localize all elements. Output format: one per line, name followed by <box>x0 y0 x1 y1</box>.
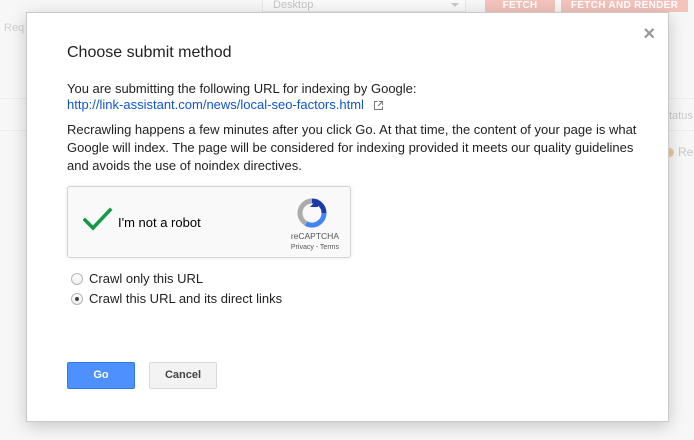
radio-button[interactable] <box>71 273 83 285</box>
recaptcha-privacy-terms[interactable]: Privacy - Terms <box>291 244 339 251</box>
recaptcha-logo-icon <box>297 198 327 228</box>
status-cell-text: Re <box>678 145 694 159</box>
status-cell: Re <box>665 145 693 159</box>
intro-text: You are submitting the following URL for… <box>67 81 417 96</box>
cancel-button[interactable]: Cancel <box>149 362 217 389</box>
option-label: Crawl this URL and its direct links <box>89 291 283 306</box>
submitted-url-link[interactable]: http://link-assistant.com/news/local-seo… <box>67 97 364 112</box>
submit-method-dialog: × Choose submit method You are submittin… <box>26 12 669 422</box>
device-select-value: Desktop <box>273 0 314 11</box>
fetch-and-render-button[interactable]: FETCH AND RENDER <box>561 0 688 12</box>
radio-button-selected[interactable] <box>71 293 83 305</box>
option-crawl-url-and-links[interactable]: Crawl this URL and its direct links <box>71 291 282 306</box>
external-link-icon[interactable] <box>373 100 384 111</box>
recaptcha-brand: reCAPTCHA <box>290 231 339 241</box>
device-select[interactable]: Desktop <box>262 0 466 12</box>
go-button[interactable]: Go <box>67 362 135 389</box>
chevron-down-icon <box>451 3 459 7</box>
status-column-header: tatus <box>669 110 693 122</box>
url-row: http://link-assistant.com/news/local-seo… <box>67 97 384 113</box>
checkmark-icon[interactable] <box>83 207 113 233</box>
recrawl-description: Recrawling happens a few minutes after y… <box>67 122 637 173</box>
request-label: Req <box>4 22 25 34</box>
option-label: Crawl only this URL <box>89 271 204 286</box>
option-crawl-url-only[interactable]: Crawl only this URL <box>71 271 203 286</box>
recaptcha-widget[interactable]: I'm not a robot reCAPTCHA Privacy - Term… <box>67 186 351 258</box>
fetch-button[interactable]: FETCH <box>485 0 555 12</box>
recaptcha-label: I'm not a robot <box>118 215 201 230</box>
close-icon[interactable]: × <box>643 24 655 44</box>
dialog-title: Choose submit method <box>67 44 232 61</box>
